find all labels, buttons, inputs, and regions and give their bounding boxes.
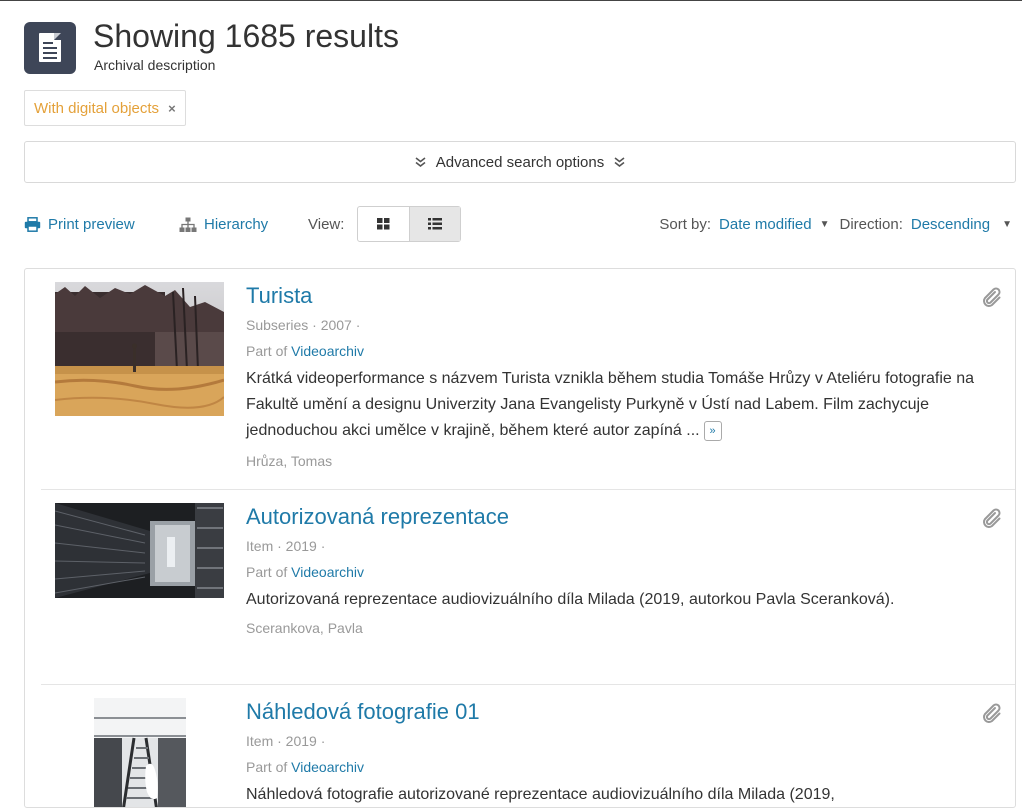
top-border (0, 0, 1022, 1)
part-of-label: Part of (246, 343, 288, 359)
result-title-link[interactable]: Turista (246, 283, 312, 309)
page-subtitle: Archival description (94, 57, 216, 73)
part-of-link[interactable]: Videoarchiv (291, 343, 364, 359)
result-description: Náhledová fotografie autorizované reprez… (246, 786, 835, 803)
print-icon (24, 217, 41, 232)
result-description: Autorizovaná reprezentace audiovizuálníh… (246, 591, 895, 608)
table-view-button[interactable] (408, 207, 460, 241)
result-title-link[interactable]: Náhledová fotografie 01 (246, 699, 480, 725)
result-item: Autorizovaná reprezentace Item · 2019 · … (41, 489, 1015, 685)
document-icon (24, 22, 76, 74)
print-preview-link[interactable]: Print preview (24, 216, 135, 233)
part-of-link[interactable]: Videoarchiv (291, 564, 364, 580)
hierarchy-link[interactable]: Hierarchy (179, 216, 268, 233)
search-results-page: Showing 1685 results Archival descriptio… (0, 0, 1022, 808)
sort-label: Sort by: (659, 216, 712, 233)
direction-label: Direction: (839, 216, 903, 233)
paperclip-icon (981, 506, 1005, 535)
result-item: Náhledová fotografie 01 Item · 2019 · Pa… (41, 684, 1015, 807)
sort-controls: Sort by: Date modified ▼ Direction: Desc… (659, 216, 1012, 233)
caret-down-icon: ▼ (1002, 219, 1012, 230)
result-part-of: Part of Videoarchiv (246, 759, 364, 775)
page-title: Showing 1685 results (93, 18, 399, 54)
result-item: Turista Subseries · 2007 · Part of Video… (41, 269, 1015, 489)
result-title-link[interactable]: Autorizovaná reprezentace (246, 504, 509, 530)
result-thumbnail[interactable] (94, 698, 186, 807)
result-creator: Scerankova, Pavla (246, 620, 363, 636)
paperclip-icon (981, 285, 1005, 314)
part-of-label: Part of (246, 759, 288, 775)
hierarchy-icon (179, 217, 197, 232)
result-level-date: Subseries · 2007 · (246, 317, 361, 333)
filter-tag-digital-objects: With digital objects × (24, 90, 186, 126)
remove-filter-icon[interactable]: × (168, 101, 176, 116)
part-of-link[interactable]: Videoarchiv (291, 759, 364, 775)
result-description-text: Krátká videoperformance s názvem Turista… (246, 370, 975, 439)
sort-by-dropdown[interactable]: Date modified (719, 216, 812, 233)
paperclip-icon (981, 701, 1005, 730)
view-label: View: (308, 216, 345, 233)
result-creator: Hrůza, Tomas (246, 453, 333, 469)
advanced-search-label: Advanced search options (435, 153, 605, 171)
direction-dropdown[interactable]: Descending (911, 216, 990, 233)
result-thumbnail[interactable] (55, 282, 224, 416)
result-level-date: Item · 2019 · (246, 538, 326, 554)
result-part-of: Part of Videoarchiv (246, 564, 364, 580)
result-thumbnail[interactable] (55, 503, 224, 598)
result-part-of: Part of Videoarchiv (246, 343, 364, 359)
results-toolbar: Print preview Hierarchy View: Sort by: D… (24, 206, 1016, 246)
result-description: Krátká videoperformance s názvem Turista… (246, 366, 1006, 444)
caret-down-icon: ▼ (819, 219, 830, 230)
hierarchy-label: Hierarchy (204, 216, 269, 233)
advanced-search-toggle[interactable]: Advanced search options (24, 141, 1016, 183)
card-view-icon (376, 218, 390, 230)
chevron-down-icon (415, 155, 426, 170)
results-list: Turista Subseries · 2007 · Part of Video… (24, 268, 1016, 808)
card-view-button[interactable] (358, 207, 409, 241)
part-of-label: Part of (246, 564, 288, 580)
print-preview-label: Print preview (48, 216, 135, 233)
table-view-icon (427, 218, 442, 230)
expand-description-button[interactable]: » (703, 420, 722, 441)
chevron-down-icon (614, 155, 625, 170)
filter-tag-label: With digital objects (34, 99, 160, 117)
view-mode-toggle (357, 206, 461, 242)
result-level-date: Item · 2019 · (246, 733, 326, 749)
